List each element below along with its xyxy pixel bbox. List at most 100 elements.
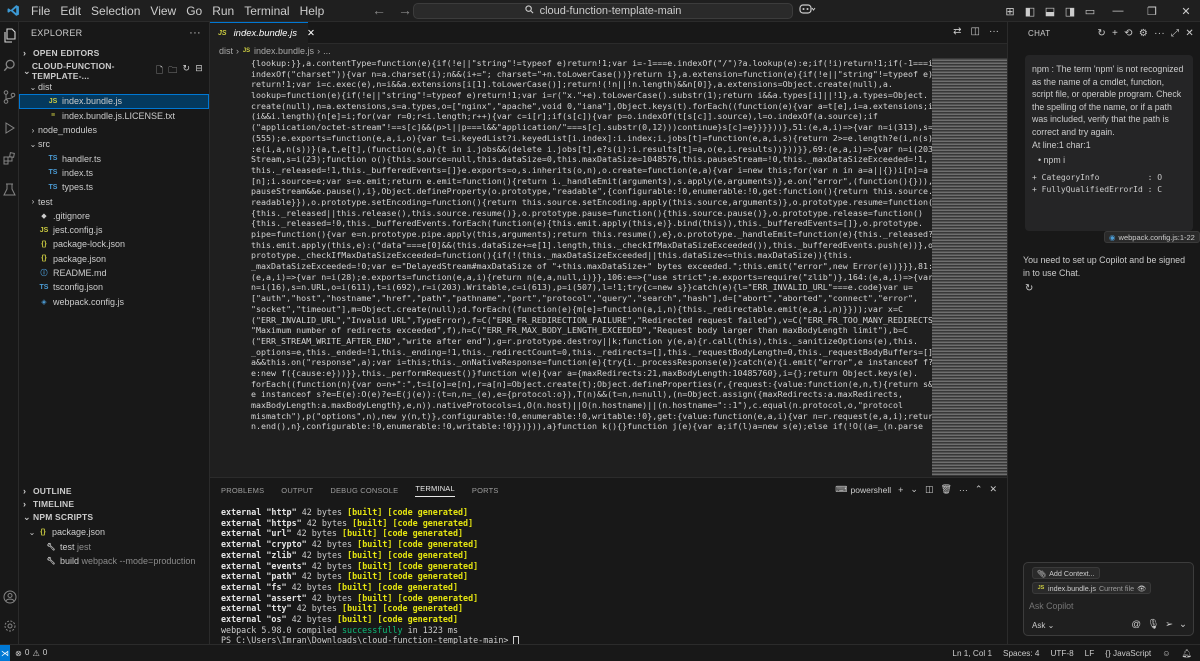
file-tree-item[interactable]: {} package-lock.json — [19, 237, 209, 251]
end-of-line[interactable]: LF — [1085, 649, 1095, 658]
problems-indicator[interactable]: ⊗ 0 ⚠ 0 — [10, 648, 47, 658]
file-reference-chip[interactable]: ◉ webpack.config.js:1-22 — [1104, 231, 1200, 243]
file-tree-item[interactable]: TS index.ts — [19, 166, 209, 180]
chat-input[interactable] — [1029, 601, 1179, 611]
tab-problems[interactable]: PROBLEMS — [221, 486, 264, 495]
file-tree-item[interactable]: ⌄ src — [19, 137, 209, 151]
minimize-icon[interactable]: — — [1104, 5, 1132, 17]
add-icon[interactable]: + — [1112, 28, 1118, 39]
close-tab-icon[interactable]: ✕ — [307, 28, 315, 39]
minimap[interactable] — [932, 58, 1007, 476]
file-tree-item[interactable]: ◆ .gitignore — [19, 209, 209, 223]
tab-index-bundle-js[interactable]: JS index.bundle.js ✕ — [210, 22, 315, 44]
file-tree-item[interactable]: TS tsconfig.json — [19, 280, 209, 294]
split-editor-icon[interactable]: ◫ — [971, 26, 980, 37]
breadcrumb-file[interactable]: index.bundle.js — [254, 46, 314, 56]
explorer-icon[interactable] — [0, 28, 19, 46]
forward-arrow-icon[interactable]: → — [398, 2, 412, 18]
file-tree-item[interactable]: › test — [19, 194, 209, 208]
new-terminal-icon[interactable]: + — [898, 485, 903, 495]
encoding[interactable]: UTF-8 — [1050, 649, 1073, 658]
close-window-icon[interactable]: ✕ — [1172, 5, 1200, 18]
file-tree-item[interactable]: TS types.ts — [19, 180, 209, 194]
more-actions-icon[interactable]: ··· — [989, 26, 999, 37]
notifications-bell-icon[interactable]: 🔔︎ — [1182, 649, 1192, 659]
breadcrumb-symbol[interactable]: ... — [323, 46, 331, 56]
run-debug-icon[interactable] — [0, 121, 19, 138]
file-tree-item[interactable]: JS jest.config.js — [19, 223, 209, 237]
back-arrow-icon[interactable]: ← — [372, 2, 386, 18]
more-actions-icon[interactable]: ··· — [1154, 28, 1165, 39]
npm-scripts-section[interactable]: ⌄ NPM SCRIPTS — [19, 508, 209, 526]
extensions-icon[interactable] — [0, 152, 19, 168]
current-file-chip[interactable]: JS index.bundle.js Current file 👁︎ — [1032, 582, 1152, 594]
refresh-explorer-icon[interactable]: ↻ — [183, 63, 191, 79]
npm-package-node[interactable]: ⌄ {} package.json — [19, 525, 209, 539]
add-context-button[interactable]: 📎︎ Add Context... — [1032, 567, 1100, 579]
file-tree-item[interactable]: ⓘ README.md — [19, 266, 209, 280]
npm-script-build[interactable]: 🔧︎ build webpack --mode=production — [19, 554, 209, 568]
history-icon[interactable]: ⟲ — [1124, 28, 1133, 39]
new-file-icon[interactable]: 🗋 — [156, 63, 163, 79]
file-tree-item[interactable]: › node_modules — [19, 123, 209, 137]
source-control-icon[interactable] — [0, 90, 19, 107]
mention-icon[interactable]: @ — [1131, 619, 1141, 630]
terminal-output[interactable]: external "http" 42 bytes [built] [code g… — [221, 507, 520, 646]
close-icon[interactable]: ✕ — [1185, 28, 1194, 39]
copilot-status-icon[interactable]: ☺ — [1162, 649, 1170, 658]
manage-gear-icon[interactable] — [0, 619, 19, 636]
menu-file[interactable]: File — [26, 0, 55, 22]
code-editor[interactable]: {lookup:}},a.contentType=function(e){if(… — [210, 58, 932, 476]
open-editors-section[interactable]: › OPEN EDITORS — [19, 44, 209, 62]
split-terminal-icon[interactable]: ◫ — [925, 484, 934, 495]
menu-selection[interactable]: Selection — [86, 0, 145, 22]
tab-terminal[interactable]: TERMINAL — [415, 484, 455, 497]
chevron-down-icon[interactable]: ⌄ — [1179, 619, 1187, 630]
search-view-icon[interactable] — [0, 59, 19, 75]
maximize-icon[interactable]: ❐ — [1138, 5, 1166, 18]
more-actions-icon[interactable]: ··· — [959, 485, 968, 495]
file-tree-item[interactable]: ≡ index.bundle.js.LICENSE.txt — [19, 109, 209, 123]
menu-help[interactable]: Help — [295, 0, 330, 22]
microphone-icon[interactable]: 🎙︎ — [1147, 619, 1159, 630]
copilot-menu-icon[interactable] — [798, 3, 816, 18]
maximize-panel-icon[interactable]: ⌃ — [975, 484, 983, 495]
file-tree-item[interactable]: ◈ webpack.config.js — [19, 294, 209, 308]
retry-icon[interactable]: ↻ — [1025, 283, 1033, 294]
layout-customize-icon[interactable]: ⊞ — [1002, 5, 1018, 18]
npm-script-test[interactable]: 🔧︎ test jest — [19, 540, 209, 554]
tab-ports[interactable]: PORTS — [472, 486, 499, 495]
toggle-secondary-sidebar-icon[interactable]: ◨ — [1062, 5, 1078, 18]
menu-run[interactable]: Run — [207, 0, 239, 22]
menu-edit[interactable]: Edit — [55, 0, 86, 22]
tab-output[interactable]: OUTPUT — [281, 486, 313, 495]
more-actions-icon[interactable]: ··· — [189, 27, 201, 39]
close-panel-icon[interactable]: ✕ — [989, 484, 997, 495]
toggle-panel-icon[interactable]: ⬓ — [1042, 5, 1058, 18]
eye-icon[interactable]: 👁︎ — [1137, 584, 1146, 593]
testing-icon[interactable] — [0, 183, 19, 199]
terminal-profile[interactable]: ⌨ powershell — [835, 484, 891, 495]
chat-mode-select[interactable]: Ask ⌄ — [1032, 621, 1054, 630]
new-folder-icon[interactable]: 🗀 — [168, 63, 177, 79]
send-icon[interactable]: ➢ — [1165, 619, 1173, 630]
maximize-icon[interactable]: ⤢ — [1171, 28, 1179, 39]
more-layout-icon[interactable]: ▭ — [1082, 5, 1098, 18]
file-tree-item[interactable]: {} package.json — [19, 252, 209, 266]
file-tree-item[interactable]: ⌄ dist — [19, 80, 209, 94]
file-tree-item[interactable]: TS handler.ts — [19, 151, 209, 165]
breadcrumb-folder[interactable]: dist — [219, 46, 233, 56]
accounts-icon[interactable] — [0, 590, 19, 607]
project-section[interactable]: ⌄ CLOUD-FUNCTION-TEMPLATE-... 🗋 🗀 ↻ ⊟ — [19, 61, 209, 81]
collapse-all-icon[interactable]: ⊟ — [195, 63, 203, 79]
menu-go[interactable]: Go — [181, 0, 207, 22]
indentation[interactable]: Spaces: 4 — [1003, 649, 1039, 658]
chevron-down-icon[interactable]: ⌄ — [910, 484, 918, 495]
toggle-sidebar-icon[interactable]: ◧ — [1022, 5, 1038, 18]
command-center-search[interactable]: cloud-function-template-main — [413, 3, 793, 19]
language-mode[interactable]: {} JavaScript — [1105, 649, 1151, 658]
settings-gear-icon[interactable]: ⚙ — [1139, 28, 1148, 39]
remote-indicator-icon[interactable]: ⋊ — [0, 644, 10, 661]
open-changes-icon[interactable]: ⇄ — [953, 26, 961, 37]
new-chat-icon[interactable]: ↻ — [1097, 28, 1106, 39]
